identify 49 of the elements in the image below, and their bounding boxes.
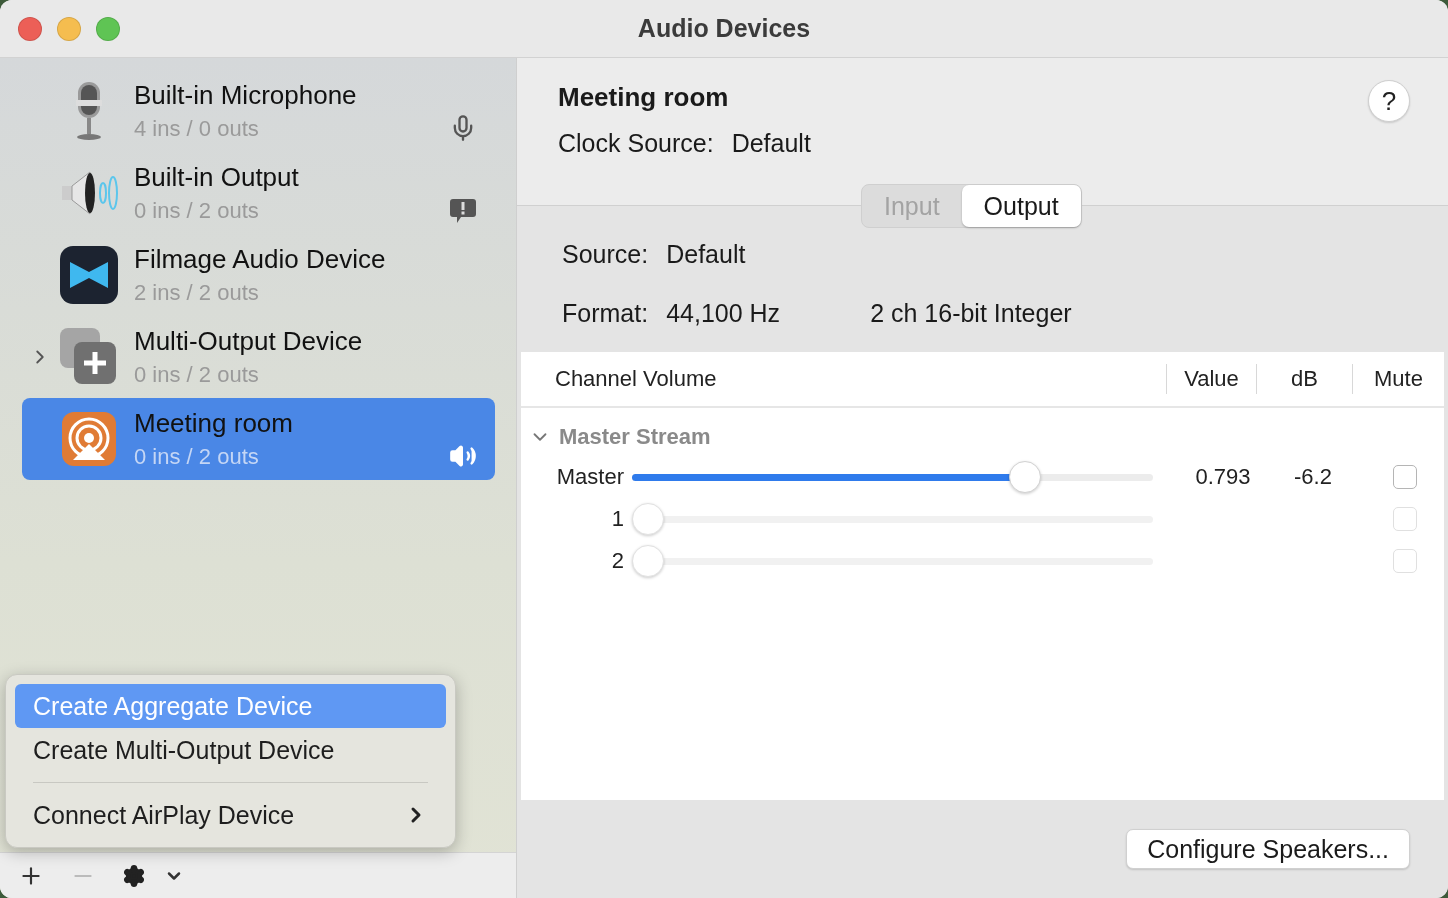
device-row[interactable]: Filmage Audio Device 2 ins / 2 outs bbox=[22, 234, 495, 316]
app-icon bbox=[58, 244, 120, 306]
device-channels: 0 ins / 2 outs bbox=[134, 361, 259, 389]
channel-db: -6.2 bbox=[1293, 464, 1333, 490]
device-name: Built-in Output bbox=[134, 161, 299, 193]
device-row[interactable]: Built-in Microphone 4 ins / 0 outs bbox=[22, 70, 495, 152]
device-name: Meeting room bbox=[134, 407, 293, 439]
channel-name: 1 bbox=[611, 506, 625, 532]
device-channels: 0 ins / 2 outs bbox=[134, 197, 259, 225]
bit-format: 2 ch 16-bit Integer bbox=[870, 299, 1072, 328]
slider-thumb[interactable] bbox=[1008, 461, 1041, 493]
device-name: Built-in Microphone bbox=[134, 79, 357, 111]
device-channels: 4 ins / 0 outs bbox=[134, 115, 259, 143]
column-header[interactable]: Channel Volume bbox=[521, 364, 1166, 394]
menu-item[interactable]: Create Multi-Output Device bbox=[15, 728, 446, 772]
device-channels: 0 ins / 2 outs bbox=[134, 443, 259, 471]
channel-name: Master bbox=[556, 464, 625, 490]
source-label: Source: bbox=[562, 240, 649, 269]
format-label: Format: bbox=[562, 299, 649, 328]
close-button[interactable] bbox=[18, 16, 42, 41]
device-row[interactable]: Meeting room 0 ins / 2 outs bbox=[22, 398, 495, 480]
source-value: Default bbox=[666, 240, 746, 269]
column-header[interactable]: Value bbox=[1166, 364, 1256, 394]
settings-button[interactable] bbox=[122, 863, 146, 888]
device-title: Meeting room bbox=[558, 82, 729, 113]
group-name: Master Stream bbox=[559, 424, 711, 450]
help-button[interactable]: ? bbox=[1368, 80, 1410, 122]
alert-bubble-icon bbox=[449, 198, 477, 224]
volume-slider[interactable] bbox=[632, 502, 1153, 536]
device-row[interactable]: Built-in Output 0 ins / 2 outs bbox=[22, 152, 495, 234]
sample-rate: 44,100 Hz bbox=[666, 299, 782, 328]
column-header[interactable]: dB bbox=[1256, 364, 1352, 394]
zoom-button[interactable] bbox=[96, 16, 120, 41]
clock-source-label: Clock Source: bbox=[558, 129, 714, 158]
device-channels: 2 ins / 2 outs bbox=[134, 279, 259, 307]
channel-name: 2 bbox=[611, 548, 625, 574]
device-row[interactable]: Multi-Output Device 0 ins / 2 outs bbox=[22, 316, 495, 398]
channel-value: 0.793 bbox=[1194, 464, 1252, 490]
column-header[interactable]: Mute bbox=[1352, 364, 1444, 394]
configure-speakers-button[interactable]: Configure Speakers... bbox=[1126, 829, 1410, 869]
volume-slider[interactable] bbox=[632, 460, 1153, 494]
mute-checkbox[interactable] bbox=[1392, 465, 1417, 489]
device-name: Multi-Output Device bbox=[134, 325, 363, 357]
tab[interactable]: Output bbox=[961, 185, 1081, 227]
minimize-button[interactable] bbox=[57, 16, 81, 41]
window-title: Audio Devices bbox=[636, 14, 812, 43]
device-name: Filmage Audio Device bbox=[134, 243, 386, 275]
volume-slider[interactable] bbox=[632, 544, 1153, 578]
clock-source-value: Default bbox=[731, 129, 811, 158]
